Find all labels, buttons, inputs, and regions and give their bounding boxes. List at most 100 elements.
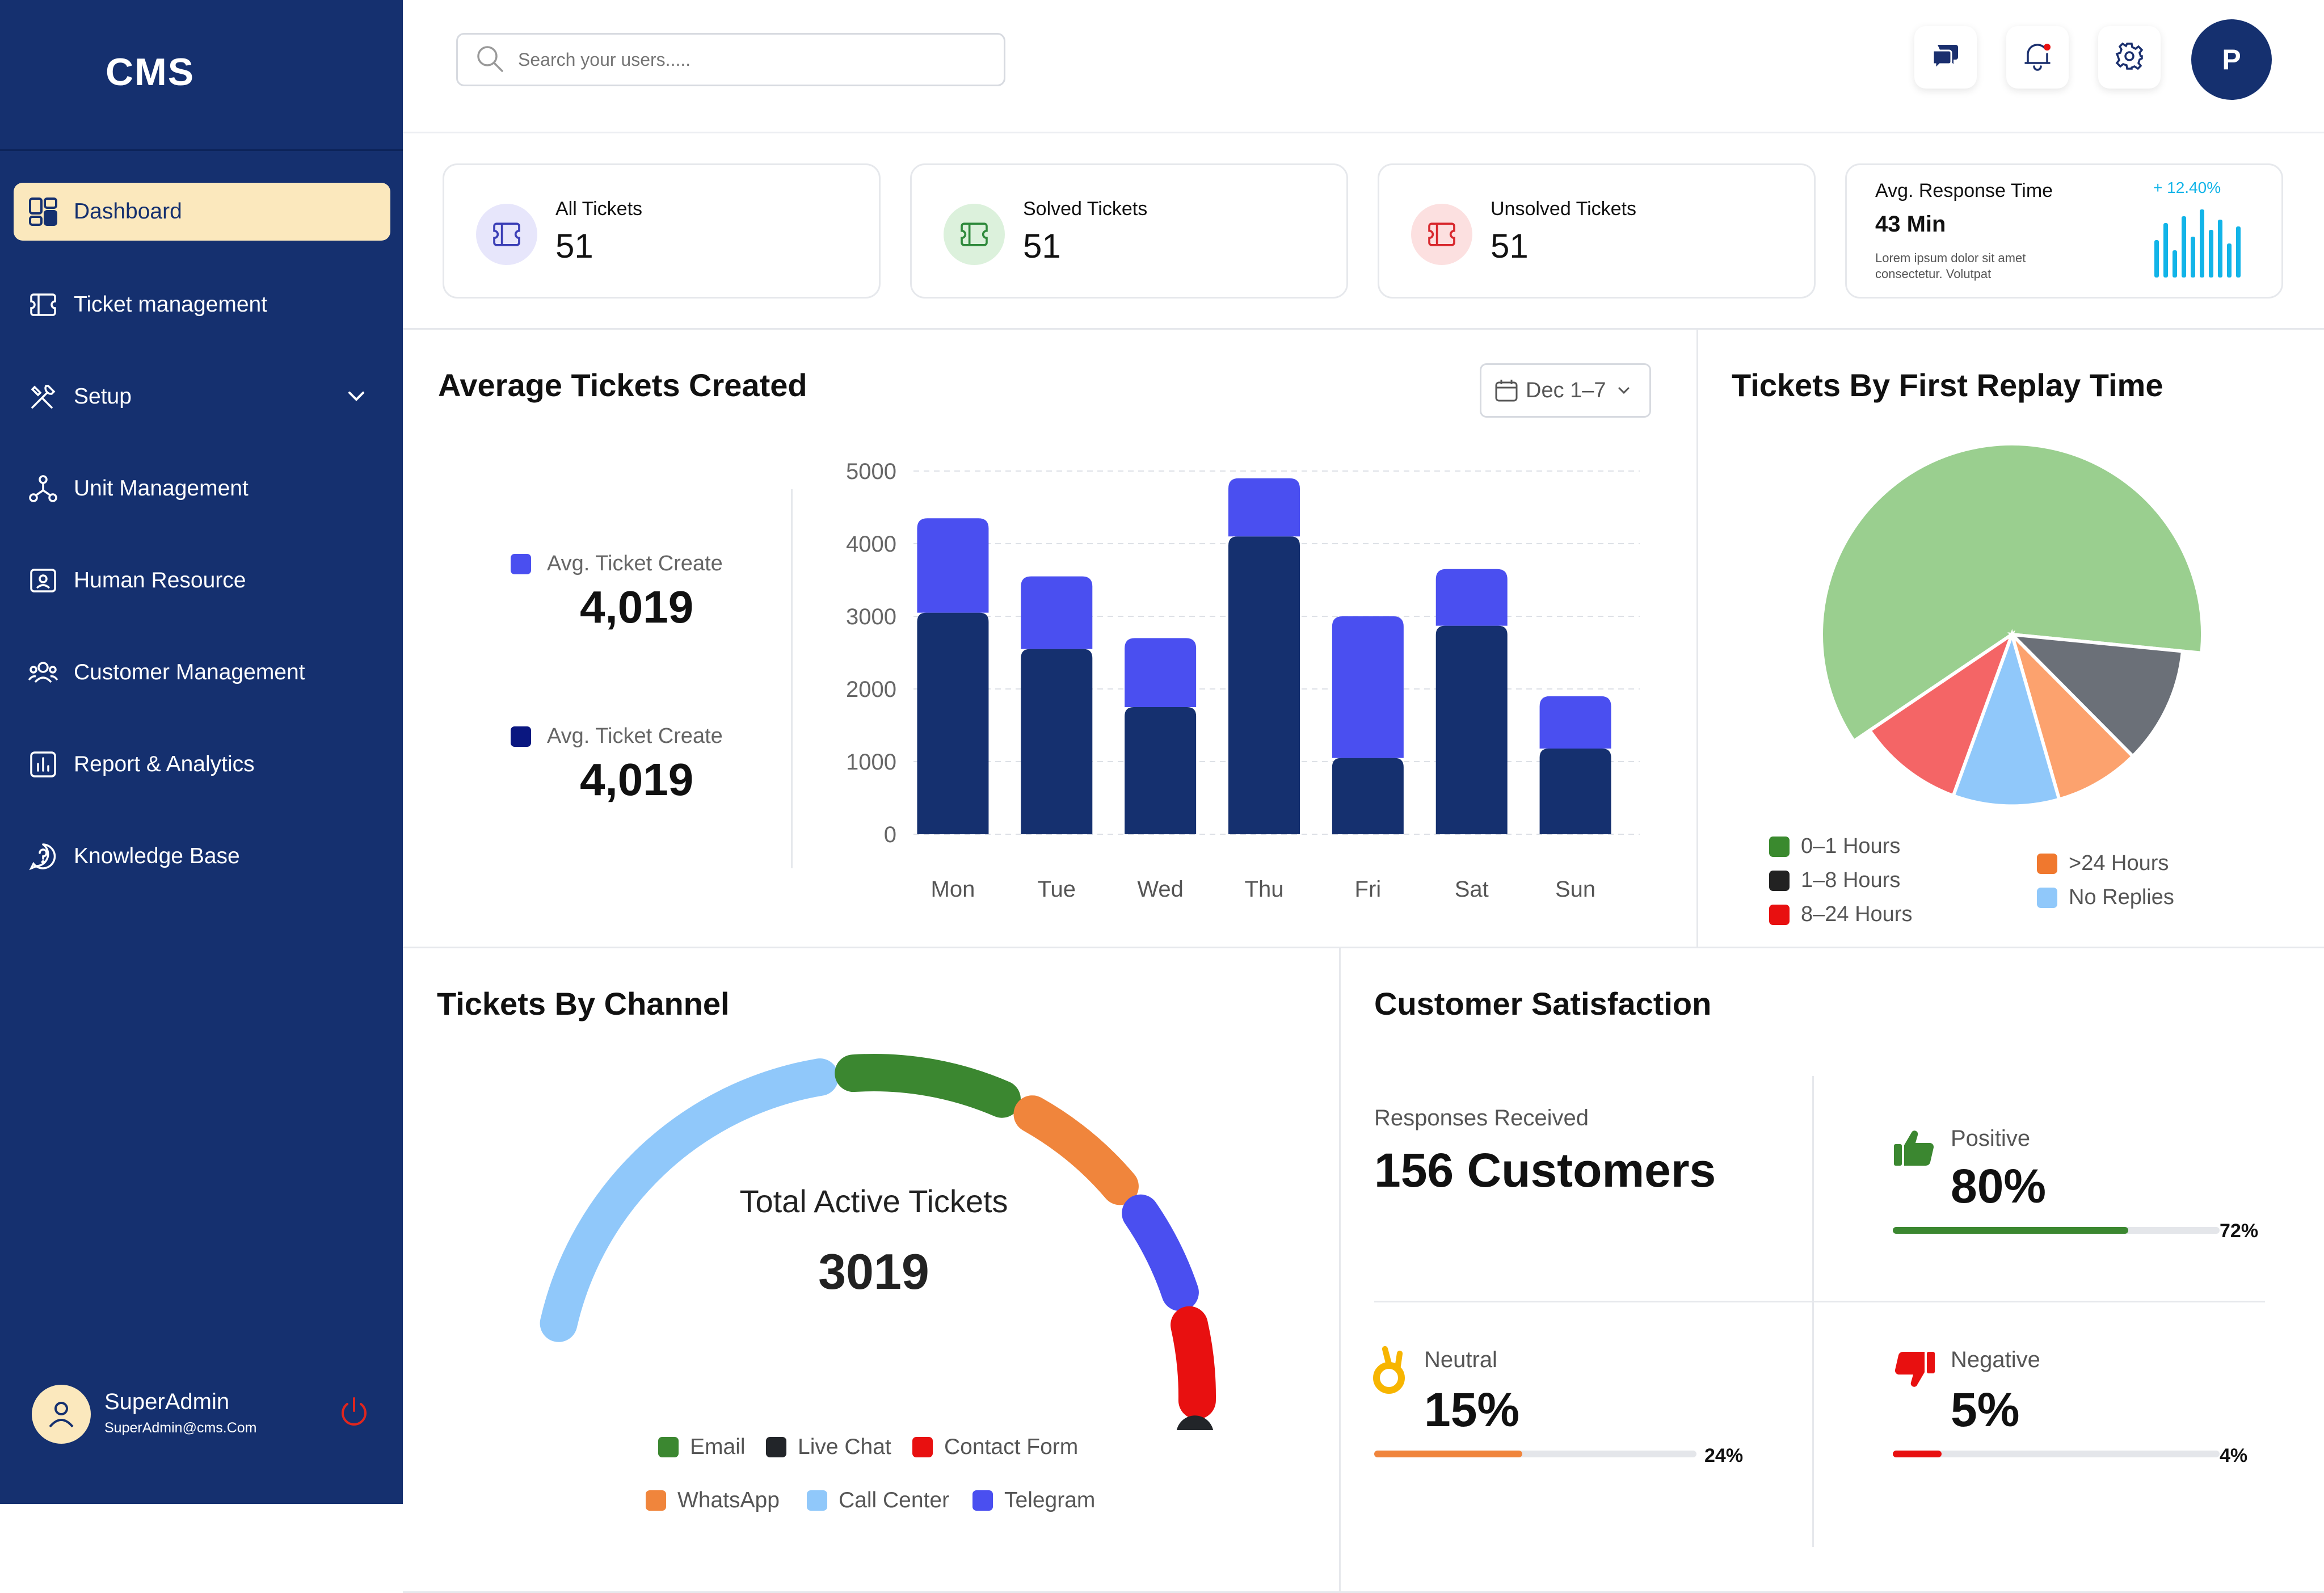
gauge-segment	[1013, 1095, 1139, 1205]
x-tick-label: Sun	[1555, 877, 1595, 902]
bar-segment	[1332, 758, 1404, 834]
neutral-value: 15%	[1424, 1383, 1520, 1436]
bar-segment	[1125, 638, 1197, 707]
progress-fill	[1893, 1451, 1942, 1457]
chevron-down-icon[interactable]	[345, 385, 368, 413]
responses-value: 156 Customers	[1374, 1144, 1716, 1197]
section-divider	[1696, 328, 1698, 948]
ticket-icon	[944, 204, 1005, 265]
total-active-label: Total Active Tickets	[739, 1183, 1008, 1219]
sidebar-item-ticket-management[interactable]: Ticket management	[14, 276, 390, 334]
stat-label: Solved Tickets	[1023, 198, 1148, 220]
avg-tickets-bar-chart: 0 1000 2000 3000 4000 5000 Mon Tue Wed Thu Fri Sat S…	[846, 459, 1640, 902]
stat-card-response-time: Avg. Response Time 43 Min Lorem ipsum do…	[1845, 163, 2283, 299]
channel-legend-item: Telegram	[972, 1488, 1095, 1513]
satisfaction-title: Customer Satisfaction	[1374, 986, 1712, 1022]
bell-icon	[2022, 40, 2053, 75]
legend-label: No Replies	[2069, 885, 2174, 909]
stat-value: 51	[1023, 227, 1061, 265]
sidebar-item-label: Setup	[74, 384, 132, 409]
legend-value: 4,019	[580, 582, 694, 632]
section-divider	[1339, 947, 1341, 1593]
progress-fill	[1893, 1227, 2128, 1234]
positive-progress-bar	[1893, 1227, 2220, 1234]
chevron-down-icon	[1615, 382, 1632, 399]
ticket-icon	[27, 289, 59, 321]
neutral-label: Neutral	[1424, 1347, 1497, 1372]
sidebar-item-unit-management[interactable]: Unit Management	[14, 460, 390, 518]
dashboard-icon	[27, 196, 59, 228]
avg-tickets-title: Average Tickets Created	[438, 367, 807, 403]
legend-swatch	[511, 554, 531, 574]
settings-button[interactable]	[2098, 26, 2161, 89]
legend-label: 8–24 Hours	[1801, 902, 1913, 926]
legend-swatch	[972, 1490, 993, 1511]
response-change: + 12.40%	[2153, 179, 2221, 196]
bar-segment	[1228, 536, 1300, 834]
messages-button[interactable]	[1914, 26, 1977, 89]
sidebar-item-setup[interactable]: Setup	[14, 368, 390, 426]
bar-segment	[1539, 696, 1611, 749]
search-input[interactable]	[517, 48, 982, 71]
sparkline-bar	[2182, 216, 2186, 278]
bar-segment	[1332, 616, 1404, 758]
section-divider	[403, 947, 2324, 948]
legend-swatch	[912, 1437, 933, 1457]
sidebar-item-customer-management[interactable]: Customer Management	[14, 644, 390, 701]
search-box[interactable]	[456, 33, 1005, 86]
negative-bar-label: 4%	[2220, 1445, 2248, 1466]
legend-label: WhatsApp	[677, 1488, 780, 1512]
sidebar-item-knowledge-base[interactable]: Knowledge Base	[14, 827, 390, 885]
pie-legend-item: 8–24 Hours	[1769, 902, 1912, 927]
avatar[interactable]: P	[2191, 19, 2272, 100]
sparkline-bar	[2191, 237, 2195, 278]
legend-label: Avg. Ticket Create	[547, 724, 723, 748]
stat-value: 51	[555, 227, 593, 265]
sparkline-bar	[2154, 240, 2159, 278]
response-label: Avg. Response Time	[1875, 180, 2053, 201]
legend-label: Email	[690, 1435, 746, 1459]
legend-value: 4,019	[580, 754, 694, 805]
sparkline-bar	[2173, 250, 2177, 278]
sidebar-item-report-analytics[interactable]: Report & Analytics	[14, 735, 390, 793]
sidebar-item-human-resource[interactable]: Human Resource	[14, 552, 390, 610]
stat-value: 51	[1491, 227, 1529, 265]
pie-legend-item: >24 Hours	[2037, 851, 2169, 876]
power-icon[interactable]	[338, 1395, 370, 1432]
user-profile[interactable]: SuperAdmin SuperAdmin@cms.Com	[32, 1385, 384, 1447]
gauge-segment	[1171, 1306, 1216, 1419]
user-name: SuperAdmin	[104, 1389, 230, 1414]
y-tick-label: 0	[884, 822, 896, 847]
notifications-button[interactable]	[2006, 26, 2069, 89]
channel-legend-item: Live Chat	[766, 1435, 891, 1460]
user-avatar-icon	[32, 1385, 91, 1444]
channel-legend-item: Contact Form	[912, 1435, 1078, 1460]
section-divider	[1374, 1301, 2265, 1302]
ticket-icon	[476, 204, 537, 265]
channel-title: Tickets By Channel	[437, 986, 730, 1022]
sidebar: CMS Dashboard Ticket management Setup Un…	[0, 0, 403, 1504]
response-sparkline	[2154, 209, 2241, 278]
app-logo: CMS	[106, 51, 195, 94]
bar-segment	[917, 518, 989, 613]
sparkline-bar	[2236, 226, 2241, 278]
network-icon	[27, 473, 59, 505]
thumbs-up-icon	[1893, 1128, 1936, 1171]
bar-segment	[1435, 625, 1508, 834]
legend-swatch	[2037, 887, 2057, 908]
stat-card-all-tickets: All Tickets 51	[443, 163, 881, 299]
legend-swatch	[646, 1490, 666, 1511]
legend-swatch	[1769, 904, 1790, 925]
legend-label: Call Center	[839, 1488, 950, 1512]
sidebar-item-dashboard[interactable]: Dashboard	[14, 183, 390, 241]
x-tick-label: Mon	[931, 877, 975, 902]
ok-hand-icon	[1372, 1345, 1412, 1400]
users-icon	[27, 657, 59, 688]
bar-segment	[1021, 649, 1093, 834]
user-email: SuperAdmin@cms.Com	[104, 1420, 257, 1436]
topbar-divider	[403, 132, 2324, 133]
pie-legend-item: No Replies	[2037, 885, 2174, 910]
date-range-select[interactable]: Dec 1–7	[1480, 363, 1651, 418]
chat-icon	[1931, 43, 1960, 73]
sparkline-bar	[2227, 243, 2232, 278]
